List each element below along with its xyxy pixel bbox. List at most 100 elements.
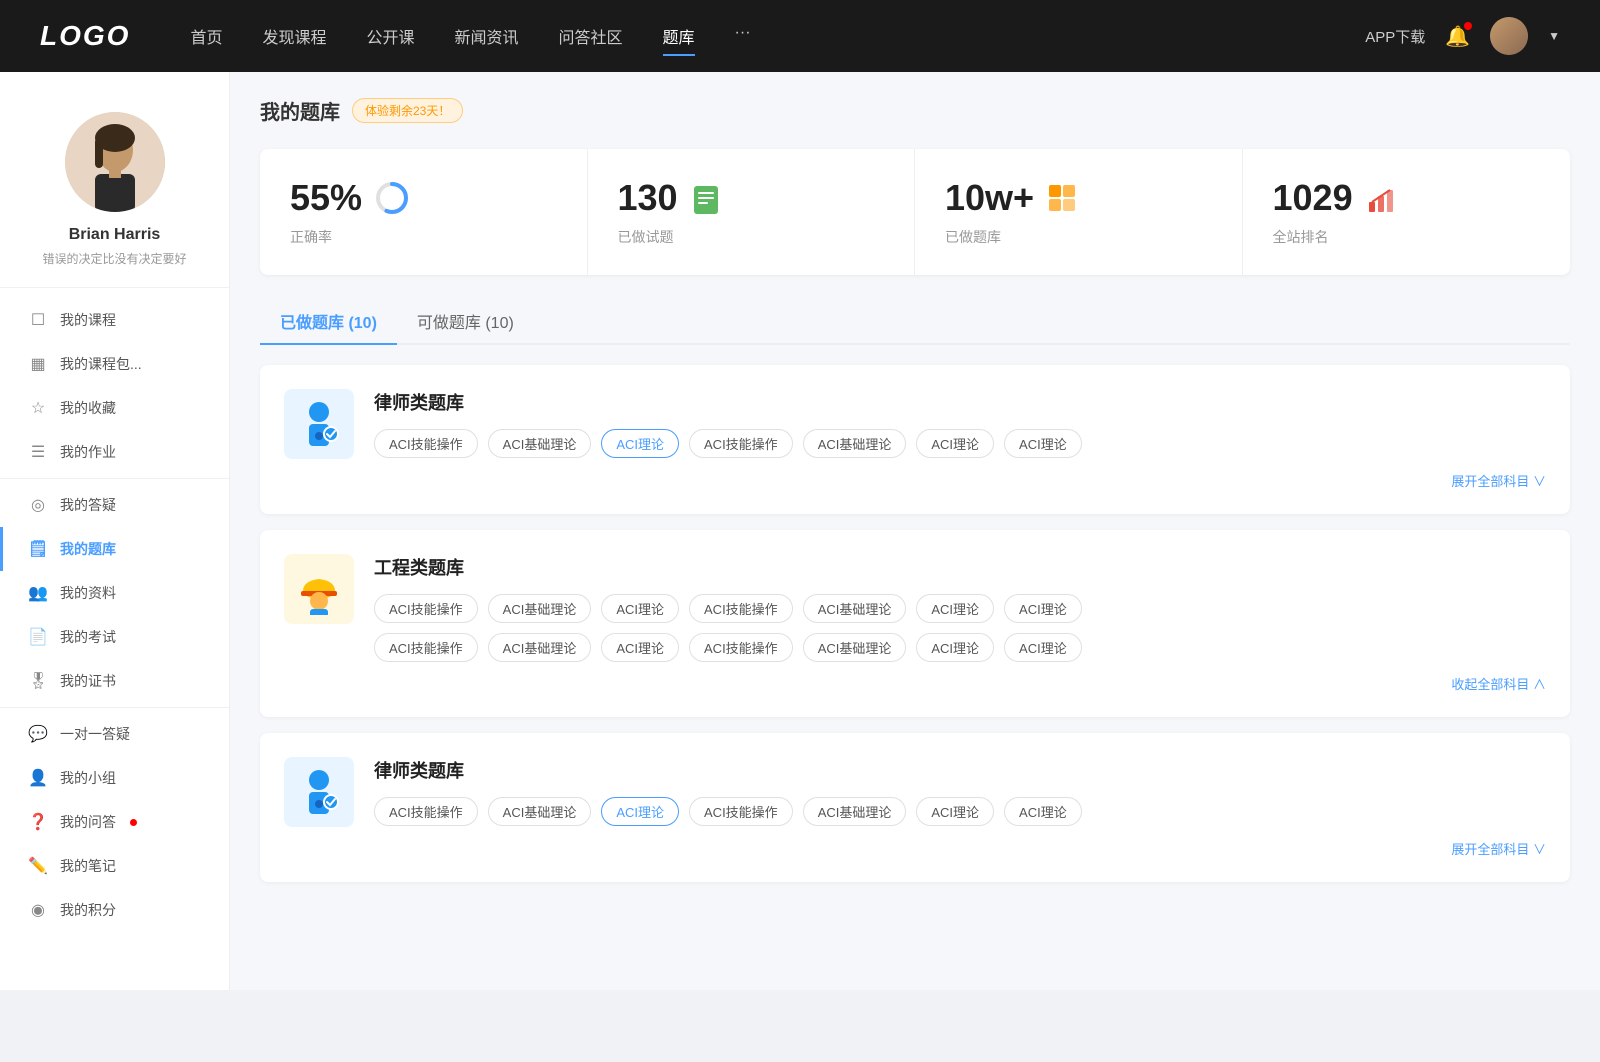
star-icon: ☆ [28, 398, 48, 418]
stat-label-banks-done: 已做题库 [945, 227, 1212, 247]
stat-top-questions-done: 130 [618, 177, 885, 219]
stat-site-rank: 1029 全站排名 [1243, 149, 1571, 275]
stat-label-site-rank: 全站排名 [1273, 227, 1541, 247]
tag-lawyer2-1[interactable]: ACI基础理论 [488, 797, 592, 826]
tag-eng1-0[interactable]: ACI技能操作 [374, 594, 478, 623]
tag-lawyer1-1[interactable]: ACI基础理论 [488, 429, 592, 458]
app-download-button[interactable]: APP下载 [1365, 26, 1425, 47]
tag-lawyer1-4[interactable]: ACI基础理论 [803, 429, 907, 458]
avatar-dropdown-arrow[interactable]: ▼ [1548, 29, 1560, 43]
trial-badge: 体验剩余23天！ [352, 98, 463, 123]
qbank-icon-wrapper-engineering1 [284, 554, 354, 624]
sidebar-label-my-cert: 我的证书 [60, 671, 116, 691]
sidebar-item-my-points[interactable]: ◉ 我的积分 [0, 888, 229, 932]
list-stat-icon [690, 182, 722, 214]
tag-lawyer1-0[interactable]: ACI技能操作 [374, 429, 478, 458]
card-footer-engineering1[interactable]: 收起全部科目 ∧ [284, 674, 1546, 693]
sidebar-label-my-favorites: 我的收藏 [60, 398, 116, 418]
donut-chart [374, 180, 410, 216]
sidebar-menu: ☐ 我的课程 ▦ 我的课程包... ☆ 我的收藏 ☰ 我的作业 ◎ 我的答疑 🗒 [0, 288, 229, 942]
stat-banks-done: 10w+ 已做题库 [915, 149, 1243, 275]
sidebar-item-my-questions[interactable]: ❓ 我的问答 [0, 800, 229, 844]
tag-lawyer2-6[interactable]: ACI理论 [1004, 797, 1082, 826]
tag-eng1-r2-3[interactable]: ACI技能操作 [689, 633, 793, 662]
sidebar-label-my-homework: 我的作业 [60, 442, 116, 462]
qbank-card-lawyer1: 律师类题库 ACI技能操作 ACI基础理论 ACI理论 ACI技能操作 ACI基… [260, 365, 1570, 514]
avatar-svg [65, 112, 165, 212]
tag-eng1-r2-1[interactable]: ACI基础理论 [488, 633, 592, 662]
tag-eng1-r2-0[interactable]: ACI技能操作 [374, 633, 478, 662]
sidebar-item-my-qa[interactable]: ◎ 我的答疑 [0, 483, 229, 527]
sidebar-item-one-on-one[interactable]: 💬 一对一答疑 [0, 712, 229, 756]
card-footer-lawyer1[interactable]: 展开全部科目 ∨ [284, 471, 1546, 490]
tag-lawyer1-6[interactable]: ACI理论 [1004, 429, 1082, 458]
tag-lawyer2-3[interactable]: ACI技能操作 [689, 797, 793, 826]
divider-2 [0, 707, 229, 708]
points-icon: ◉ [28, 900, 48, 920]
stat-label-questions-done: 已做试题 [618, 227, 885, 247]
tag-eng1-3[interactable]: ACI技能操作 [689, 594, 793, 623]
sidebar-item-my-homework[interactable]: ☰ 我的作业 [0, 430, 229, 474]
qa-icon: ◎ [28, 495, 48, 515]
nav-home[interactable]: 首页 [190, 20, 222, 52]
nav-open-course[interactable]: 公开课 [366, 20, 414, 52]
tab-done-banks[interactable]: 已做题库 (10) [260, 299, 397, 343]
nav-more[interactable]: ··· [735, 20, 751, 52]
homework-icon: ☰ [28, 442, 48, 462]
sidebar-item-my-notes[interactable]: ✏️ 我的笔记 [0, 844, 229, 888]
card-footer-lawyer2[interactable]: 展开全部科目 ∨ [284, 839, 1546, 858]
notes-icon: ✏️ [28, 856, 48, 876]
stat-top-site-rank: 1029 [1273, 177, 1541, 219]
chart-stat-icon [1365, 182, 1397, 214]
qbank-card-top-lawyer2: 律师类题库 ACI技能操作 ACI基础理论 ACI理论 ACI技能操作 ACI基… [284, 757, 1546, 827]
top-nav: LOGO 首页 发现课程 公开课 新闻资讯 问答社区 题库 ··· APP下载 … [0, 0, 1600, 72]
tag-eng1-4[interactable]: ACI基础理论 [803, 594, 907, 623]
lawyer-icon [293, 398, 345, 450]
cert-icon: 🎖 [28, 671, 48, 691]
tag-lawyer2-2[interactable]: ACI理论 [601, 797, 679, 826]
stat-top-correct-rate: 55% [290, 177, 557, 219]
sidebar-item-my-profile[interactable]: 👥 我的资料 [0, 571, 229, 615]
profile-section: Brian Harris 错误的决定比没有决定要好 [0, 92, 229, 288]
notification-bell[interactable]: 🔔 [1445, 24, 1470, 49]
sidebar-label-my-package: 我的课程包... [60, 354, 142, 374]
stat-value-site-rank: 1029 [1273, 177, 1353, 219]
tabs-bar: 已做题库 (10) 可做题库 (10) [260, 299, 1570, 345]
sidebar-item-my-exam[interactable]: 📄 我的考试 [0, 615, 229, 659]
tag-eng1-r2-5[interactable]: ACI理论 [916, 633, 994, 662]
qbank-icon: 🗒 [28, 539, 48, 559]
tag-eng1-6[interactable]: ACI理论 [1004, 594, 1082, 623]
tag-eng1-r2-4[interactable]: ACI基础理论 [803, 633, 907, 662]
sidebar-item-my-package[interactable]: ▦ 我的课程包... [0, 342, 229, 386]
questions-icon: ❓ [28, 812, 48, 832]
tag-lawyer2-5[interactable]: ACI理论 [916, 797, 994, 826]
nav-qbank[interactable]: 题库 [663, 20, 695, 52]
nav-qa[interactable]: 问答社区 [559, 20, 623, 52]
qbank-title-lawyer1: 律师类题库 [374, 389, 1546, 415]
sidebar-item-my-cert[interactable]: 🎖 我的证书 [0, 659, 229, 703]
tab-available-banks[interactable]: 可做题库 (10) [397, 299, 534, 343]
sidebar-item-my-group[interactable]: 👤 我的小组 [0, 756, 229, 800]
nav-news[interactable]: 新闻资讯 [455, 20, 519, 52]
sidebar-label-my-notes: 我的笔记 [60, 856, 116, 876]
qbank-card-engineering1: 工程类题库 ACI技能操作 ACI基础理论 ACI理论 ACI技能操作 ACI基… [260, 530, 1570, 717]
engineer-icon [293, 563, 345, 615]
tag-eng1-r2-6[interactable]: ACI理论 [1004, 633, 1082, 662]
tag-lawyer1-3[interactable]: ACI技能操作 [689, 429, 793, 458]
sidebar-item-my-qbank[interactable]: 🗒 我的题库 [0, 527, 229, 571]
sidebar-item-my-favorites[interactable]: ☆ 我的收藏 [0, 386, 229, 430]
tag-lawyer1-5[interactable]: ACI理论 [916, 429, 994, 458]
sidebar-item-my-course[interactable]: ☐ 我的课程 [0, 298, 229, 342]
user-avatar[interactable] [1490, 17, 1528, 55]
qbank-right-lawyer1: 律师类题库 ACI技能操作 ACI基础理论 ACI理论 ACI技能操作 ACI基… [374, 389, 1546, 458]
tags-row-engineering1-2: ACI技能操作 ACI基础理论 ACI理论 ACI技能操作 ACI基础理论 AC… [374, 633, 1546, 662]
tag-lawyer2-4[interactable]: ACI基础理论 [803, 797, 907, 826]
sidebar-label-my-exam: 我的考试 [60, 627, 116, 647]
tag-eng1-r2-2[interactable]: ACI理论 [601, 633, 679, 662]
tag-lawyer1-2[interactable]: ACI理论 [601, 429, 679, 458]
tag-eng1-1[interactable]: ACI基础理论 [488, 594, 592, 623]
tag-eng1-2[interactable]: ACI理论 [601, 594, 679, 623]
nav-discover[interactable]: 发现课程 [262, 20, 326, 52]
tag-eng1-5[interactable]: ACI理论 [916, 594, 994, 623]
tag-lawyer2-0[interactable]: ACI技能操作 [374, 797, 478, 826]
